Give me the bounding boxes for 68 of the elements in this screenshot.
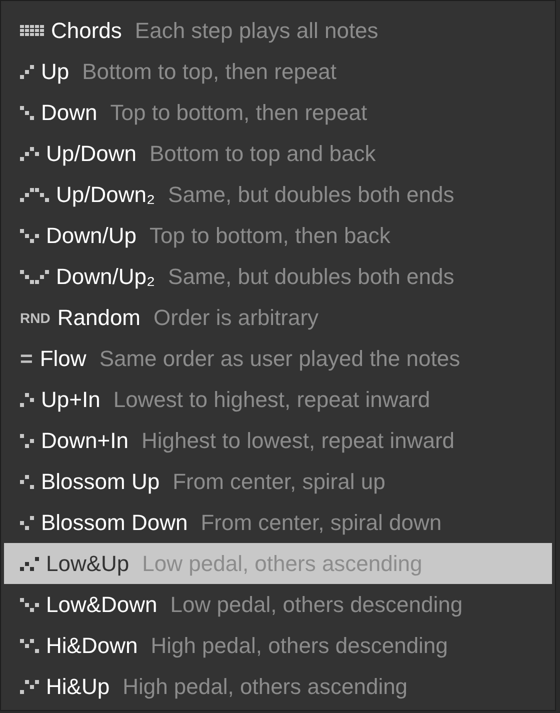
menu-item[interactable]: Down Top to bottom, then repeat bbox=[4, 92, 552, 133]
item-label: Hi&Up bbox=[46, 674, 110, 700]
steps-icon bbox=[20, 106, 34, 120]
menu-item[interactable]: Blossom Down From center, spiral down bbox=[4, 502, 552, 543]
item-label: Up bbox=[41, 58, 70, 84]
item-description: High pedal, others descending bbox=[150, 632, 448, 658]
steps-icon bbox=[20, 598, 39, 612]
menu-item[interactable]: Hi&Down High pedal, others descending bbox=[4, 625, 552, 666]
item-description: Low pedal, others descending bbox=[170, 592, 463, 618]
item-label: Low&Down bbox=[46, 592, 158, 618]
steps-icon bbox=[20, 392, 34, 406]
item-label: Blossom Down bbox=[41, 510, 188, 536]
menu-item[interactable]: Down/Up Top to bottom, then back bbox=[4, 215, 552, 256]
steps-icon bbox=[20, 188, 49, 202]
item-description: Same order as user played the notes bbox=[99, 346, 460, 372]
item-label: Chords bbox=[51, 18, 122, 44]
item-label: Flow bbox=[40, 346, 86, 372]
item-description: Order is arbitrary bbox=[154, 304, 319, 330]
menu-item[interactable]: RND Random Order is arbitrary bbox=[4, 297, 552, 338]
item-label: Random bbox=[57, 304, 140, 330]
steps-icon bbox=[20, 434, 34, 448]
item-description: Same, but doubles both ends bbox=[168, 264, 454, 290]
item-description: From center, spiral up bbox=[172, 468, 386, 494]
item-label: Up/Down₂ bbox=[56, 182, 156, 208]
item-description: From center, spiral down bbox=[200, 510, 442, 536]
steps-icon bbox=[20, 146, 39, 160]
item-label: Blossom Up bbox=[41, 468, 160, 494]
item-label: Low&Up bbox=[46, 550, 130, 576]
glyph-icon: = bbox=[20, 346, 33, 372]
menu-item[interactable]: Up Bottom to top, then repeat bbox=[4, 51, 552, 92]
item-description: Highest to lowest, repeat inward bbox=[141, 428, 455, 454]
steps-icon bbox=[20, 556, 39, 570]
steps-icon bbox=[20, 228, 39, 242]
item-label: Down/Up₂ bbox=[56, 264, 156, 290]
menu-item[interactable]: Up+In Lowest to highest, repeat inward bbox=[4, 379, 552, 420]
menu-item[interactable]: Up/Down Bottom to top and back bbox=[4, 133, 552, 174]
menu-item[interactable]: = Flow Same order as user played the notes bbox=[4, 338, 552, 379]
steps-icon bbox=[20, 516, 34, 530]
item-description: Low pedal, others ascending bbox=[142, 550, 422, 576]
item-description: Top to bottom, then repeat bbox=[110, 100, 368, 126]
item-description: Top to bottom, then back bbox=[149, 222, 390, 248]
item-description: Same, but doubles both ends bbox=[168, 182, 454, 208]
item-description: High pedal, others ascending bbox=[122, 674, 408, 700]
item-label: Up/Down bbox=[46, 140, 136, 166]
steps-icon bbox=[20, 270, 49, 284]
item-label: Down/Up bbox=[46, 222, 136, 248]
steps-icon bbox=[20, 638, 39, 652]
item-label: Hi&Down bbox=[46, 632, 138, 658]
menu-item[interactable]: Hi&Up High pedal, others ascending bbox=[4, 666, 552, 707]
menu-item[interactable]: Up/Down₂ Same, but doubles both ends bbox=[4, 174, 552, 215]
glyph-icon: RND bbox=[20, 310, 50, 326]
menu-item[interactable]: Down+In Highest to lowest, repeat inward bbox=[4, 420, 552, 461]
menu-item[interactable]: Chords Each step plays all notes bbox=[4, 10, 552, 51]
steps-icon bbox=[20, 680, 39, 694]
item-label: Up+In bbox=[41, 386, 100, 412]
menu-item[interactable]: Blossom Up From center, spiral up bbox=[4, 461, 552, 502]
steps-icon bbox=[20, 64, 34, 78]
steps-icon bbox=[20, 474, 34, 488]
menu-item[interactable]: Low&Down Low pedal, others descending bbox=[4, 584, 552, 625]
item-label: Down bbox=[41, 100, 98, 126]
item-description: Bottom to top and back bbox=[149, 140, 376, 166]
grid-icon bbox=[20, 25, 44, 36]
item-label: Down+In bbox=[41, 428, 128, 454]
item-description: Bottom to top, then repeat bbox=[82, 58, 337, 84]
menu-item[interactable]: Low&Up Low pedal, others ascending bbox=[4, 543, 552, 584]
item-description: Each step plays all notes bbox=[134, 18, 378, 44]
menu-item[interactable]: Down/Up₂ Same, but doubles both ends bbox=[4, 256, 552, 297]
item-description: Lowest to highest, repeat inward bbox=[113, 386, 430, 412]
